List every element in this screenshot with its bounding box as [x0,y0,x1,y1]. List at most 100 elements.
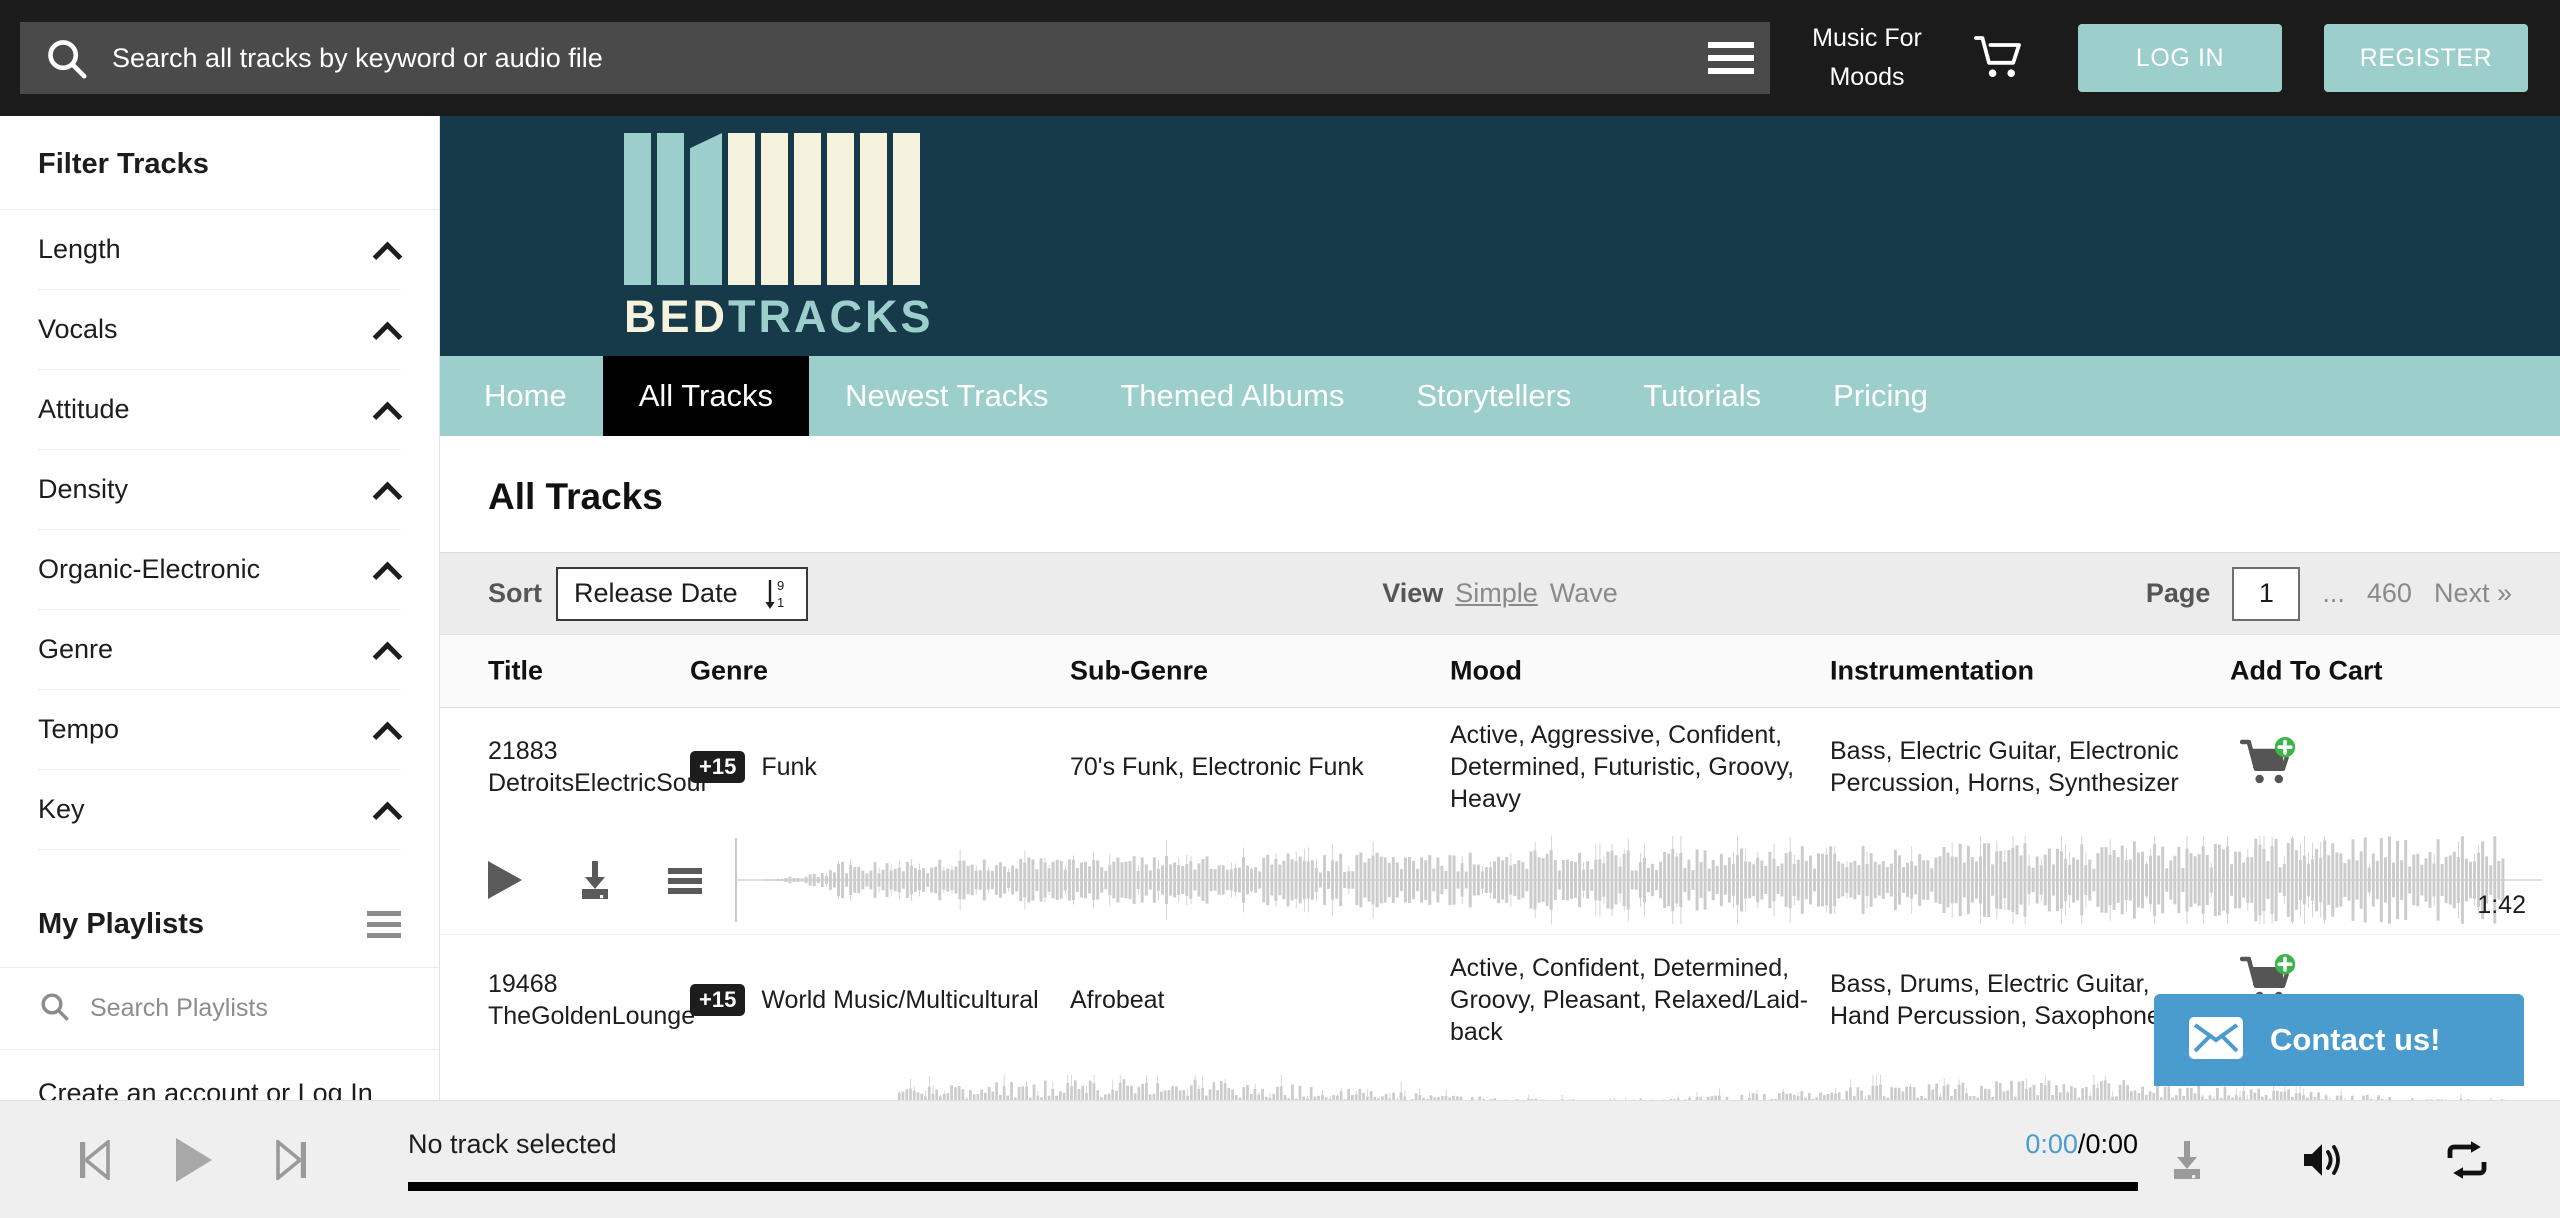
sort-select[interactable]: Release Date 9 1 [556,566,808,621]
playlist-search-row[interactable] [0,968,439,1050]
chevron-up-icon [375,722,401,738]
sidebar-filter-length[interactable]: Length [38,210,401,290]
track-title-cell[interactable]: 21883 DetroitsElectricSoul [488,735,707,799]
nav-item-storytellers[interactable]: Storytellers [1380,356,1607,436]
waveform[interactable]: 1:42 [734,811,2542,949]
track-title-cell[interactable]: 19468 TheGoldenLounge [488,968,695,1032]
column-add-to-cart: Add To Cart [2230,655,2383,686]
track-genre-cell: +15 World Music/Multicultural [690,984,1070,1016]
sidebar-filter-key[interactable]: Key [38,770,401,850]
music-for-moods-link[interactable]: Music For Moods [1802,19,1932,97]
player-total-time: 0:00 [2085,1128,2138,1159]
page-number-input[interactable] [2232,566,2301,621]
genre-count-badge[interactable]: +15 [690,751,746,783]
chevron-up-icon [375,482,401,498]
main-nav: Home All Tracks Newest Tracks Themed Alb… [440,356,2560,436]
my-playlists-title: My Playlists [38,908,205,940]
sort-select-value: Release Date [574,578,738,608]
waveform-graphic [735,811,2542,949]
download-icon[interactable] [576,859,614,901]
sidebar-filter-attitude[interactable]: Attitude [38,370,401,450]
register-button[interactable]: REGISTER [2324,24,2528,92]
track-subgenre-cell: Afrobeat [1070,986,1165,1014]
track-id: 19468 [488,970,558,998]
logo-bars-icon [624,133,934,285]
download-icon[interactable] [2168,1139,2206,1181]
track-instrumentation-cell: Bass, Drums, Electric Guitar, Hand Percu… [1830,970,2161,1030]
player-time-display: 0:00/0:00 [2025,1129,2138,1160]
nav-item-pricing[interactable]: Pricing [1797,356,1964,436]
chevron-up-icon [375,642,401,658]
logo-bed-text: BED [624,291,729,342]
player-progress-bar[interactable] [408,1181,2138,1191]
page-label: Page [2145,578,2211,608]
filter-label: Length [38,234,121,264]
nav-item-tutorials[interactable]: Tutorials [1607,356,1797,436]
genre-text: World Music/Multicultural [761,986,1039,1014]
bottom-player-bar: No track selected 0:00/0:00 [0,1100,2560,1218]
search-bar[interactable] [20,22,1770,94]
player-current-time: 0:00 [2025,1128,2078,1159]
filter-label: Vocals [38,314,118,344]
nav-item-newest-tracks[interactable]: Newest Tracks [809,356,1084,436]
sort-label: Sort [488,578,542,608]
view-option-simple[interactable]: Simple [1455,578,1538,609]
skip-previous-icon[interactable] [78,1139,110,1180]
contact-us-widget[interactable]: Contact us! [2154,994,2524,1086]
play-icon[interactable] [486,859,524,901]
search-menu-icon[interactable] [1692,22,1770,94]
view-option-wave[interactable]: Wave [1550,578,1618,609]
skip-next-icon[interactable] [276,1139,308,1180]
nav-item-home[interactable]: Home [440,356,603,436]
player-track-info: No track selected 0:00/0:00 [408,1129,2138,1191]
filter-label: Key [38,794,85,824]
bedtracks-logo[interactable]: BEDTRACKS [624,133,934,339]
genre-count-badge[interactable]: +15 [690,984,746,1016]
track-mood-cell: Active, Aggressive, Confident, Determine… [1450,721,1795,813]
nav-item-themed-albums[interactable]: Themed Albums [1084,356,1380,436]
filter-label: Density [38,474,129,504]
column-instrumentation: Instrumentation [1830,655,2035,686]
track-name: DetroitsElectricSoul [488,769,707,797]
chevron-up-icon [375,322,401,338]
volume-icon[interactable] [2302,1140,2348,1180]
column-sub-genre: Sub-Genre [1070,655,1209,686]
filter-label: Tempo [38,714,120,744]
track-instrumentation-cell: Bass, Electric Guitar, Electronic Percus… [1830,737,2179,797]
shopping-cart-icon[interactable] [1974,34,2026,82]
view-group: View Simple Wave [1382,578,1618,609]
playlist-search-input[interactable] [90,994,401,1023]
chevron-up-icon [375,402,401,418]
page-next-link[interactable]: Next » [2434,578,2512,609]
table-row[interactable]: 21883 DetroitsElectricSoul +15 Funk 70's… [440,708,2560,949]
search-input[interactable] [112,42,1692,74]
player-right-controls [2168,1139,2490,1181]
track-menu-icon[interactable] [666,864,704,896]
login-button[interactable]: LOG IN [2078,24,2282,92]
add-to-cart-icon[interactable] [2239,736,2302,798]
repeat-icon[interactable] [2444,1140,2490,1180]
sidebar-filter-genre[interactable]: Genre [38,610,401,690]
sidebar-filter-density[interactable]: Density [38,450,401,530]
sidebar-filter-organic-electronic[interactable]: Organic-Electronic [38,530,401,610]
page-root: Music For Moods LOG IN REGISTER Filter T… [0,0,2560,1218]
player-play-icon[interactable] [172,1136,214,1184]
view-label: View [1382,578,1444,608]
chevron-up-icon [375,562,401,578]
sort-group: Sort Release Date 9 1 [488,566,808,621]
chevron-up-icon [375,242,401,258]
player-track-label: No track selected [408,1128,617,1159]
page-last-link[interactable]: 460 [2367,578,2412,609]
sidebar-filter-tempo[interactable]: Tempo [38,690,401,770]
envelope-icon [2188,1016,2244,1065]
sort-descending-icon[interactable]: 9 1 [764,577,790,611]
filter-label: Organic-Electronic [38,554,261,584]
playlists-menu-icon[interactable] [367,911,401,938]
sidebar-filter-vocals[interactable]: Vocals [38,290,401,370]
filter-sidebar: Filter Tracks Length Vocals Attitude Den… [0,116,440,1218]
nav-item-all-tracks[interactable]: All Tracks [602,356,810,436]
music-for-moods-line1: Music For [1812,24,1922,53]
chevron-up-icon [375,802,401,818]
genre-text: Funk [761,753,817,781]
table-header: Title Genre Sub-Genre Mood Instrumentati… [440,634,2560,708]
